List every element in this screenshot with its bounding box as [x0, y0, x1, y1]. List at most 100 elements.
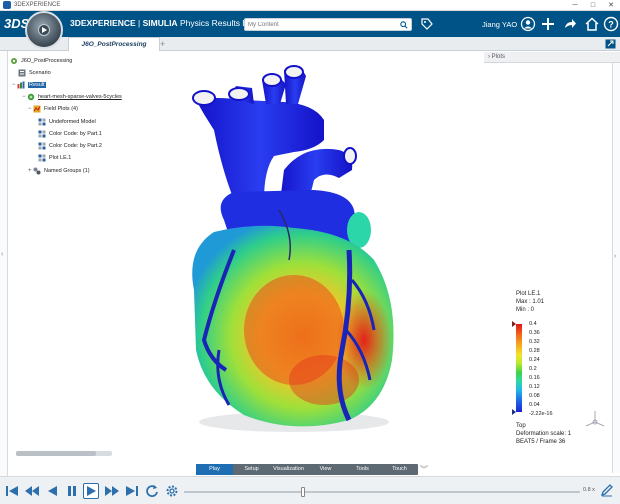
scrollbar-thumb[interactable]: [16, 451, 96, 456]
app-icon: [3, 1, 11, 9]
left-panel-strip[interactable]: ‹: [0, 51, 8, 476]
legend-tick: 0.12: [529, 384, 540, 390]
tree-node-root[interactable]: J6O_PostProcessing: [10, 57, 72, 65]
tree-item-label: Plot LE.1: [49, 155, 72, 161]
expand-icon[interactable]: [605, 39, 616, 49]
play-button[interactable]: [83, 483, 99, 499]
scenario-icon: [18, 69, 26, 77]
tree-result-label: Result: [28, 82, 46, 88]
search-icon[interactable]: [400, 21, 408, 29]
minimize-button[interactable]: ─: [566, 0, 584, 11]
high-strain-region: [289, 355, 359, 405]
share-icon[interactable]: [562, 16, 578, 32]
help-icon[interactable]: ?: [603, 16, 619, 32]
last-frame-icon: [126, 486, 138, 496]
legend-tick: 0.28: [529, 348, 540, 354]
pause-button[interactable]: [64, 483, 80, 499]
gear-tree-icon: [11, 58, 17, 64]
rewind-button[interactable]: [24, 483, 40, 499]
tree-node-scenario[interactable]: Scenario: [18, 69, 51, 77]
tree-node-field-plots[interactable]: − Field Plots (4): [28, 105, 78, 113]
legend-tick: 0.08: [529, 393, 540, 399]
vessel-opening-icon: [343, 147, 357, 165]
legend-tick: 0.32: [529, 339, 540, 345]
svg-text:?: ?: [608, 20, 614, 30]
legend-tick: 0.4: [529, 321, 537, 327]
tree-node-item-3[interactable]: Color Code: by Part.2: [38, 142, 102, 150]
fast-forward-button[interactable]: [104, 483, 120, 499]
loop-button[interactable]: [144, 483, 160, 499]
first-frame-icon: [6, 486, 18, 496]
tab-bar: J6O_PostProcessing +: [0, 37, 620, 51]
tree-node-mesh[interactable]: − heart-mesh-sparse-valves-5cycles: [22, 93, 122, 101]
compass-play-icon: [42, 27, 47, 33]
maximize-button[interactable]: □: [584, 0, 602, 11]
tab-view[interactable]: View: [307, 464, 344, 475]
tab-visualization[interactable]: Visualization: [270, 464, 307, 475]
tree-item-label: Color Code: by Part.1: [49, 131, 102, 137]
player-settings-button[interactable]: [164, 483, 180, 499]
tab-touch[interactable]: Touch: [381, 464, 418, 475]
user-menu-icon[interactable]: [520, 16, 536, 32]
tree-node-result[interactable]: − Result: [12, 81, 46, 89]
edit-icon[interactable]: [600, 483, 614, 497]
legend-min-marker-icon[interactable]: [512, 409, 516, 415]
window-titlebar: 3DEXPERIENCE ─ □ ✕: [0, 0, 620, 11]
close-button[interactable]: ✕: [602, 0, 620, 11]
vessel-opening-icon: [192, 90, 216, 106]
legend-tick: 0.2: [529, 366, 537, 372]
add-icon[interactable]: [540, 16, 556, 32]
tree-node-item-4[interactable]: Plot LE.1: [38, 154, 71, 162]
loop-icon: [146, 485, 158, 497]
color-legend[interactable]: Plot LE.1 Max : 1.01 Min : 0 0.4 0.36 0.…: [512, 290, 606, 460]
playback-speed[interactable]: 0.8 x: [583, 487, 595, 493]
timeline-slider[interactable]: [184, 487, 580, 497]
plot-item-icon: [38, 154, 46, 162]
tree-node-named-groups[interactable]: + Named Groups (1): [28, 167, 90, 175]
pause-icon: [68, 486, 76, 496]
tab-tools[interactable]: Tools: [344, 464, 381, 475]
tree-named-groups-label: Named Groups (1): [44, 168, 90, 174]
tree-node-item-2[interactable]: Color Code: by Part.1: [38, 130, 102, 138]
collapse-right-icon[interactable]: ›: [614, 253, 616, 260]
tree-mesh-label: heart-mesh-sparse-valves-5cycles: [38, 94, 122, 100]
legend-max-marker-icon[interactable]: [512, 321, 516, 327]
action-bar-tabs: Play Setup Visualization View Tools Touc…: [196, 464, 418, 475]
legend-tick: 0.04: [529, 402, 540, 408]
vessel-opening-icon: [284, 65, 304, 79]
tree-scenario-label: Scenario: [29, 70, 51, 76]
tree-field-plots-label: Field Plots (4): [44, 106, 78, 112]
field-plots-icon: [33, 105, 41, 113]
search-box[interactable]: [244, 18, 412, 31]
brand-app: SIMULIA: [142, 18, 178, 28]
app-brand: 3DEXPERIENCE | SIMULIA Physics Results E…: [70, 18, 264, 28]
tree-horizontal-scrollbar[interactable]: [16, 451, 112, 456]
right-panel-strip[interactable]: ›: [612, 63, 620, 473]
tag-icon[interactable]: [420, 17, 434, 31]
tab-play[interactable]: Play: [196, 464, 233, 475]
tree-node-item-1[interactable]: Undeformed Model: [38, 118, 96, 126]
tab-j6o-postprocessing[interactable]: J6O_PostProcessing: [68, 37, 160, 51]
tab-setup[interactable]: Setup: [233, 464, 270, 475]
collapse-left-icon[interactable]: ‹: [1, 251, 3, 258]
result-icon: [17, 81, 25, 89]
legend-tick: 0.16: [529, 375, 540, 381]
search-input[interactable]: [245, 19, 411, 30]
3ds-logo[interactable]: 3DS: [4, 14, 29, 34]
plots-panel-header[interactable]: › Plots: [484, 52, 620, 63]
window-title: 3DEXPERIENCE: [14, 2, 61, 8]
first-frame-button[interactable]: [4, 483, 20, 499]
timeline-knob[interactable]: [300, 487, 305, 497]
mesh-icon: [27, 93, 35, 101]
user-name[interactable]: Jiang YAO: [482, 20, 517, 29]
play-reverse-button[interactable]: [44, 483, 60, 499]
compass-widget[interactable]: [25, 11, 63, 49]
expand-action-bar-icon[interactable]: ︾: [420, 464, 428, 475]
last-frame-button[interactable]: [124, 483, 140, 499]
add-tab-button[interactable]: +: [160, 37, 165, 51]
home-icon[interactable]: [584, 16, 600, 32]
legend-tick: 0.24: [529, 357, 540, 363]
axis-triad-icon[interactable]: [583, 408, 607, 432]
heart-3d-model[interactable]: [174, 60, 414, 440]
plot-item-icon: [38, 118, 46, 126]
